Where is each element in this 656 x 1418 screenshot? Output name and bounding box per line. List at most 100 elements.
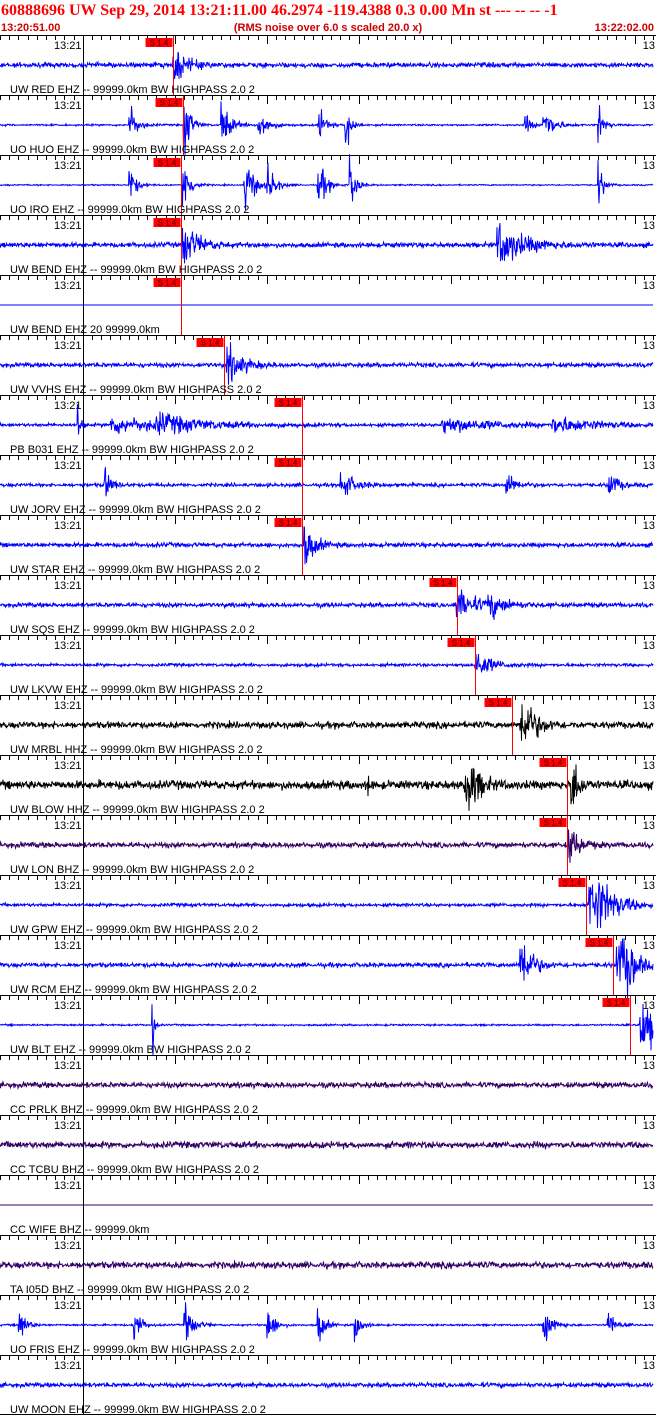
trace-row: 13:21 13 S 1.4 UO IRO EHZ -- 99999.0km BW H…: [0, 154, 656, 216]
minute-label: 13:21: [54, 1300, 82, 1312]
minute-label-right: 13: [643, 1060, 655, 1072]
minute-label-right: 13: [643, 340, 655, 352]
minute-label: 13:21: [54, 340, 82, 352]
time-ticks: [0, 1236, 654, 1244]
trace-row: 13:21 13 S 1.4 UW GPW EHZ -- 99999.0km BW H…: [0, 875, 656, 936]
station-label: UW GPW EHZ -- 99999.0km BW HIGHPASS 2.0 …: [10, 924, 258, 936]
trace-row: 13:21 13 TA I05D BHZ -- 99999.0km BW HIGHP…: [0, 1235, 656, 1296]
time-ticks: [0, 516, 654, 524]
trace-row: 13:21 13 S 1.4 UW LKVW EHZ -- 99999.0km BW …: [0, 635, 656, 696]
trace-row: 13:21 13 S 1.4 UW BLOW HHZ -- 99999.0km BW …: [0, 755, 656, 816]
minute-label: 13:21: [54, 880, 82, 892]
station-label: UW BLT EHZ -- 99999.0km BW HIGHPASS 2.0 …: [10, 1044, 251, 1056]
waveform: [0, 829, 654, 863]
pick-label: S 1.4: [544, 819, 563, 828]
pick-label: S 1.4: [590, 939, 609, 948]
trace-row: 13:21 13 CC PRLK BHZ -- 99999.0km BW HIGHP…: [0, 1055, 656, 1116]
minute-label: 13:21: [54, 1060, 82, 1072]
station-label: UO HUO EHZ -- 99999.0km BW HIGHPASS 2.0 …: [10, 144, 254, 156]
time-ticks: [0, 1116, 654, 1124]
trace-row: 13:21 13 S 1.4 UW SQS EHZ -- 99999.0km BW H…: [0, 575, 656, 636]
minute-label: 13:21: [54, 1120, 82, 1132]
station-label: UW LON BHZ -- 99999.0km BW HIGHPASS 2.0 …: [10, 864, 254, 876]
minute-label-right: 13: [643, 520, 655, 532]
waveform: [0, 222, 654, 264]
pick-label: S 1.4: [452, 639, 471, 648]
minute-label-right: 13: [643, 580, 655, 592]
station-label: UO IRO EHZ -- 99999.0km BW HIGHPASS 2.0 …: [10, 204, 249, 216]
station-label: PB B031 EHZ -- 99999.0km BW HIGHPASS 2.0…: [10, 444, 254, 456]
station-label: CC TCBU BHZ -- 99999.0km BW HIGHPASS 2.0…: [10, 1164, 259, 1176]
pick-label: S 1.4: [279, 519, 298, 528]
minute-label: 13:21: [54, 580, 82, 592]
station-label: UW RED EHZ -- 99999.0km BW HIGHPASS 2.0 …: [10, 84, 255, 96]
waveform: [0, 342, 654, 385]
minute-label-right: 13: [643, 220, 655, 232]
waveform: [0, 526, 654, 565]
minute-label: 13:21: [54, 520, 82, 532]
time-ticks: [0, 276, 654, 284]
minute-label-right: 13: [643, 1180, 655, 1192]
time-ticks: [0, 396, 654, 404]
time-ticks: [0, 96, 654, 104]
waveform: [0, 704, 654, 741]
station-label: UW VVHS EHZ -- 99999.0km BW HIGHPASS 2.0…: [10, 384, 262, 396]
trace-row: 13:21 13S 1.4PB B031 EHZ -- 99999.0km BW …: [0, 395, 656, 456]
minute-label-right: 13: [643, 640, 655, 652]
minute-label: 13:21: [54, 160, 82, 172]
minute-label: 13:21: [54, 1000, 82, 1012]
time-ticks: [0, 576, 654, 584]
minute-label: 13:21: [54, 1180, 82, 1192]
trace-row: 13:21 13 S 1.4 UW RCM EHZ -- 99999.0km BW H…: [0, 935, 656, 1000]
waveform: [0, 467, 654, 497]
pick-label: S 1.4: [607, 999, 626, 1008]
event-header-title: 60888696 UW Sep 29, 2014 13:21:11.00 46.…: [1, 2, 558, 19]
minute-label-right: 13: [643, 100, 655, 112]
station-label: CC PRLK BHZ -- 99999.0km BW HIGHPASS 2.0…: [10, 1104, 258, 1116]
end-time-label: 13:22:02.00: [594, 22, 654, 34]
waveform: [0, 154, 654, 211]
pick-label: S 1.4: [563, 879, 582, 888]
minute-label: 13:21: [54, 280, 82, 292]
station-label: UW LKVW EHZ -- 99999.0km BW HIGHPASS 2.0…: [10, 684, 263, 696]
trace-row: 13:21 13 UO FRIS EHZ -- 99999.0km BW HIGHP…: [0, 1295, 656, 1356]
trace-row: 13:21 13 CC TCBU BHZ -- 99999.0km BW HIGHP…: [0, 1115, 656, 1176]
trace-row: 13:21 13 S 1.4 UW VVHS EHZ -- 99999.0km BW …: [0, 335, 656, 396]
time-ticks: [0, 1176, 654, 1184]
trace-row: 13:21 13 S 1.4 UW RED EHZ -- 99999.0km BW H…: [0, 35, 656, 96]
minute-label-right: 13: [643, 760, 655, 772]
minute-label: 13:21: [54, 220, 82, 232]
minute-label-right: 13: [643, 1000, 655, 1012]
pick-label: S 1.4: [279, 399, 298, 408]
time-ticks: [0, 936, 654, 944]
time-ticks: [0, 876, 654, 884]
time-ticks: [0, 216, 654, 224]
minute-label: 13:21: [54, 940, 82, 952]
pick-label: S 1.4: [279, 459, 298, 468]
trace-row: 13:21 13 S 1.4 UW BEND EHZ -- 99999.0km BW …: [0, 215, 656, 276]
minute-label-right: 13: [643, 1240, 655, 1252]
waveform: [0, 1302, 654, 1343]
minute-label-right: 13: [643, 1120, 655, 1132]
minute-label: 13:21: [54, 820, 82, 832]
time-ticks: [0, 156, 654, 164]
minute-label-right: 13: [643, 940, 655, 952]
minute-label: 13:21: [54, 1360, 82, 1372]
waveform: [0, 1380, 654, 1390]
station-label: CC WIFE BHZ -- 99999.0km: [10, 1224, 149, 1236]
minute-label-right: 13: [643, 820, 655, 832]
time-ticks: [0, 456, 654, 464]
station-label: UW BLOW HHZ -- 99999.0km BW HIGHPASS 2.0…: [10, 804, 265, 816]
time-ticks: [0, 336, 654, 344]
minute-label-right: 13: [643, 160, 655, 172]
waveform: [0, 1079, 654, 1091]
minute-label: 13:21: [54, 760, 82, 772]
station-label: UW JORV EHZ -- 99999.0km BW HIGHPASS 2.0…: [10, 504, 261, 516]
waveform: [0, 404, 654, 436]
pick-label: S 1.4: [434, 579, 453, 588]
waveform: [0, 1139, 654, 1150]
pick-label: S 1.4: [489, 699, 508, 708]
pick-label: S 1.4: [544, 759, 563, 768]
pick-label: S 1.4: [150, 39, 169, 48]
minute-label-right: 13: [643, 40, 655, 52]
